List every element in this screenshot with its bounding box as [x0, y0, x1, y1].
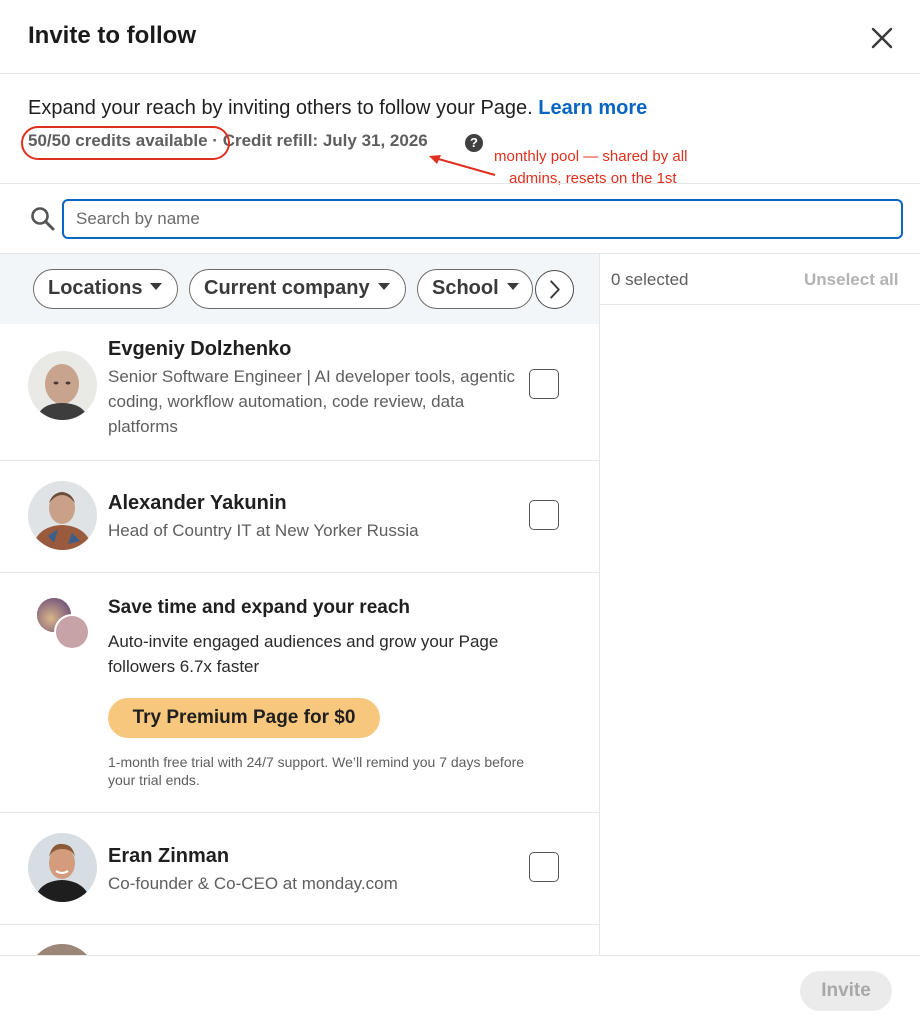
avatar — [28, 943, 97, 955]
filter-locations[interactable]: Locations — [33, 269, 178, 309]
annotation-arrow — [429, 155, 496, 176]
promo-title: Save time and expand your reach — [108, 597, 411, 618]
select-checkbox[interactable] — [529, 500, 559, 530]
row-divider — [0, 812, 599, 813]
select-checkbox[interactable] — [529, 369, 559, 399]
person-headline: Head of Country IT at New Yorker Russia — [108, 521, 419, 540]
search-icon — [31, 207, 55, 231]
avatar — [28, 351, 97, 420]
intro-text: Expand your reach by inviting others to … — [28, 97, 647, 120]
row-divider — [0, 924, 599, 925]
filter-label: School — [432, 277, 499, 299]
promo-body: Auto-invite engaged audiences and grow y… — [108, 632, 499, 676]
dialog-title: Invite to follow — [28, 22, 196, 49]
select-checkbox[interactable] — [529, 852, 559, 882]
annotation-line-1: monthly pool — shared by all — [494, 148, 688, 165]
dialog-footer — [0, 955, 920, 1024]
try-premium-button[interactable]: Try Premium Page for $0 — [108, 698, 380, 738]
search-input[interactable] — [62, 199, 903, 239]
chevron-right-icon[interactable] — [535, 270, 574, 309]
row-divider — [0, 572, 599, 573]
column-divider — [599, 254, 600, 955]
caret-down-icon — [506, 283, 519, 291]
filter-label: Locations — [48, 277, 143, 299]
person-name[interactable]: Alexander Yakunin — [108, 492, 287, 515]
person-name[interactable]: Eran Zinman — [108, 845, 229, 868]
caret-down-icon — [150, 283, 163, 291]
dialog-header: Invite to follow — [0, 0, 920, 74]
learn-more-link[interactable]: Learn more — [538, 97, 647, 119]
promo-trial-note: 1-month free trial with 24/7 support. We… — [108, 754, 525, 788]
avatar — [28, 833, 97, 902]
caret-down-icon — [377, 283, 390, 291]
row-divider — [0, 460, 599, 461]
person-name[interactable]: Evgeniy Dolzhenko — [108, 338, 291, 361]
avatar — [28, 481, 97, 550]
person-headline: Co-founder & Co-CEO at monday.com — [108, 874, 398, 893]
unselect-all-button[interactable]: Unselect all — [804, 270, 899, 290]
person-headline: Senior Software Engineer | AI developer … — [108, 367, 515, 436]
selected-count: 0 selected — [611, 270, 689, 289]
filter-label: Current company — [204, 277, 370, 299]
intro-description: Expand your reach by inviting others to … — [28, 97, 533, 119]
filter-school[interactable]: School — [417, 269, 533, 309]
credit-refill-date: Credit refill: July 31, 2026 — [222, 131, 428, 150]
filter-current-company[interactable]: Current company — [189, 269, 406, 309]
selection-divider — [600, 304, 920, 305]
credits-highlight-circle — [21, 126, 230, 160]
close-icon[interactable] — [864, 20, 900, 56]
invite-button[interactable]: Invite — [800, 971, 892, 1011]
